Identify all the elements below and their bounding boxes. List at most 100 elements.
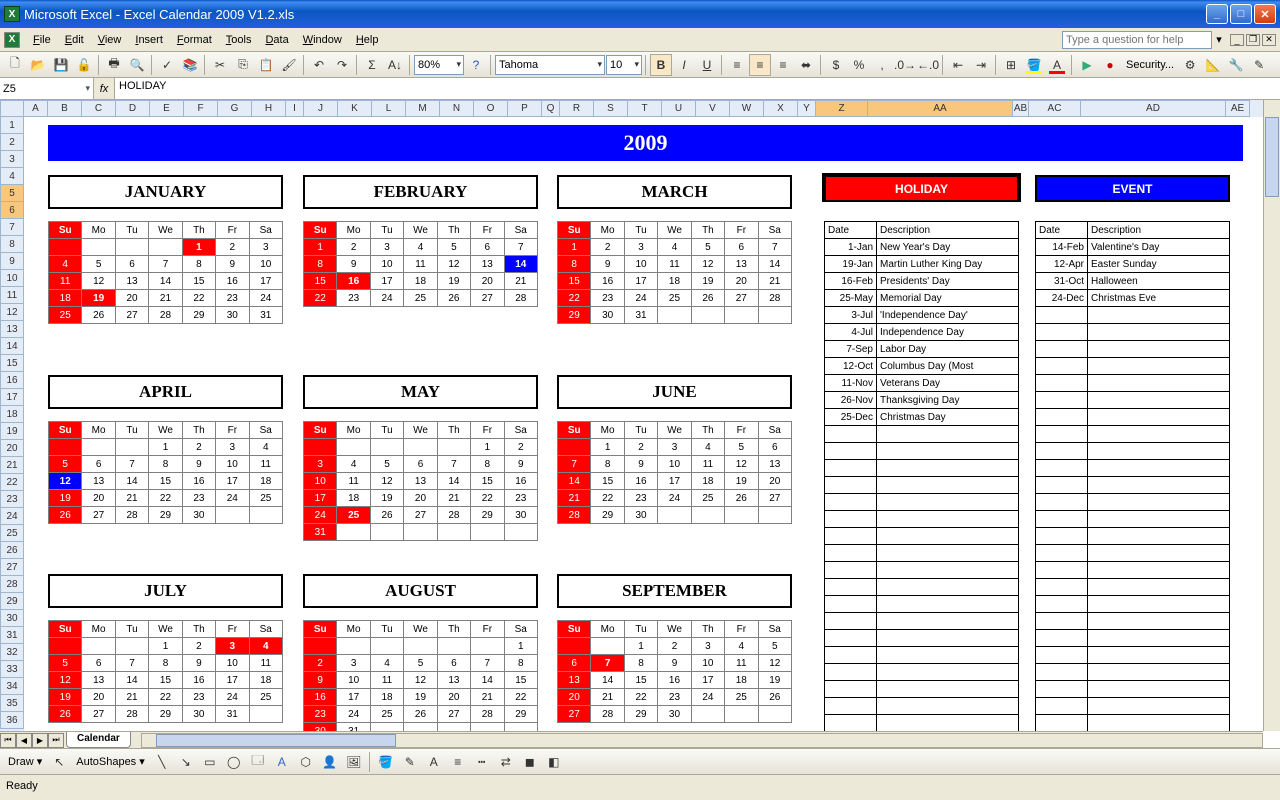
line-color-button[interactable]: ✎ <box>399 751 421 773</box>
format-painter-button[interactable]: 🖌 <box>278 54 300 76</box>
bold-button[interactable]: B <box>650 54 672 76</box>
col-header-M[interactable]: M <box>406 100 440 117</box>
align-right-button[interactable]: ≡ <box>772 54 794 76</box>
formula-input[interactable]: HOLIDAY <box>114 78 1280 99</box>
increase-indent-button[interactable]: ⇥ <box>970 54 992 76</box>
row-header-10[interactable]: 10 <box>0 270 24 287</box>
row-header-16[interactable]: 16 <box>0 372 24 389</box>
col-header-AC[interactable]: AC <box>1029 100 1081 117</box>
3d-button[interactable]: ◧ <box>543 751 565 773</box>
col-header-K[interactable]: K <box>338 100 372 117</box>
col-header-AB[interactable]: AB <box>1013 100 1029 117</box>
col-header-G[interactable]: G <box>218 100 252 117</box>
research-button[interactable]: 📚 <box>179 54 201 76</box>
underline-button[interactable]: U <box>696 54 718 76</box>
row-header-2[interactable]: 2 <box>0 134 24 151</box>
rectangle-button[interactable]: ▭ <box>199 751 221 773</box>
row-header-20[interactable]: 20 <box>0 440 24 457</box>
row-header-35[interactable]: 35 <box>0 695 24 712</box>
row-header-3[interactable]: 3 <box>0 151 24 168</box>
comma-button[interactable]: , <box>871 54 893 76</box>
print-button[interactable]: 🖶 <box>103 54 125 76</box>
redo-button[interactable]: ↷ <box>331 54 353 76</box>
open-button[interactable]: 📂 <box>27 54 49 76</box>
col-header-A[interactable]: A <box>24 100 48 117</box>
menu-tools[interactable]: Tools <box>219 31 259 49</box>
row-header-13[interactable]: 13 <box>0 321 24 338</box>
borders-button[interactable]: ⊞ <box>1000 54 1022 76</box>
row-header-36[interactable]: 36 <box>0 712 24 729</box>
row-header-4[interactable]: 4 <box>0 168 24 185</box>
macro-record-button[interactable]: ● <box>1099 54 1121 76</box>
row-header-9[interactable]: 9 <box>0 253 24 270</box>
col-header-AE[interactable]: AE <box>1226 100 1250 117</box>
row-header-7[interactable]: 7 <box>0 219 24 236</box>
line-style-button[interactable]: ≡ <box>447 751 469 773</box>
col-header-I[interactable]: I <box>286 100 304 117</box>
row-header-24[interactable]: 24 <box>0 508 24 525</box>
align-center-button[interactable]: ≡ <box>749 54 771 76</box>
font-name-dropdown[interactable]: Tahoma <box>495 55 605 75</box>
row-header-31[interactable]: 31 <box>0 627 24 644</box>
menu-view[interactable]: View <box>91 31 129 49</box>
cut-button[interactable]: ✂ <box>209 54 231 76</box>
col-header-F[interactable]: F <box>184 100 218 117</box>
row-header-22[interactable]: 22 <box>0 474 24 491</box>
col-header-U[interactable]: U <box>662 100 696 117</box>
font-color-draw-button[interactable]: A <box>423 751 445 773</box>
copy-button[interactable]: ⎘ <box>232 54 254 76</box>
col-header-H[interactable]: H <box>252 100 286 117</box>
tab-last-button[interactable]: ⏭ <box>48 733 64 748</box>
row-header-8[interactable]: 8 <box>0 236 24 253</box>
spelling-button[interactable]: ✓ <box>156 54 178 76</box>
fill-color-button[interactable]: 🪣 <box>1023 54 1045 76</box>
close-button[interactable]: ✕ <box>1254 4 1276 24</box>
doc-minimize-button[interactable]: _ <box>1230 34 1244 46</box>
row-header-29[interactable]: 29 <box>0 593 24 610</box>
tab-first-button[interactable]: ⏮ <box>0 733 16 748</box>
autoshapes-menu[interactable]: AutoShapes ▾ <box>72 755 149 768</box>
menu-edit[interactable]: Edit <box>58 31 91 49</box>
name-box[interactable]: Z5 <box>0 78 94 99</box>
maximize-button[interactable]: □ <box>1230 4 1252 24</box>
wordart-button[interactable]: A <box>271 751 293 773</box>
row-header-34[interactable]: 34 <box>0 678 24 695</box>
draw-menu[interactable]: Draw ▾ <box>4 755 46 768</box>
line-button[interactable]: ╲ <box>151 751 173 773</box>
picture-button[interactable]: 🖼 <box>343 751 365 773</box>
vertical-scrollbar[interactable] <box>1263 100 1280 731</box>
col-header-AD[interactable]: AD <box>1081 100 1226 117</box>
doc-close-button[interactable]: ✕ <box>1262 34 1276 46</box>
select-objects-button[interactable]: ↖ <box>48 751 70 773</box>
row-header-6[interactable]: 6 <box>0 202 24 219</box>
row-header-18[interactable]: 18 <box>0 406 24 423</box>
menu-window[interactable]: Window <box>296 31 349 49</box>
col-header-W[interactable]: W <box>730 100 764 117</box>
col-header-R[interactable]: R <box>560 100 594 117</box>
col-header-T[interactable]: T <box>628 100 662 117</box>
row-header-5[interactable]: 5 <box>0 185 24 202</box>
row-header-30[interactable]: 30 <box>0 610 24 627</box>
worksheet-grid[interactable]: ABCDEFGHIJKLMNOPQRSTUVWXYZAAABACADAE 123… <box>0 100 1280 748</box>
col-header-P[interactable]: P <box>508 100 542 117</box>
col-header-E[interactable]: E <box>150 100 184 117</box>
col-header-L[interactable]: L <box>372 100 406 117</box>
tab-prev-button[interactable]: ◀ <box>16 733 32 748</box>
minimize-button[interactable]: _ <box>1206 4 1228 24</box>
print-preview-button[interactable]: 🔍 <box>126 54 148 76</box>
help-button[interactable]: ? <box>465 54 487 76</box>
horizontal-scrollbar[interactable] <box>141 733 1263 748</box>
sort-button[interactable]: A↓ <box>384 54 406 76</box>
properties-button[interactable]: ✎ <box>1248 54 1270 76</box>
select-all-corner[interactable] <box>0 100 24 117</box>
clipart-button[interactable]: 👤 <box>319 751 341 773</box>
row-header-23[interactable]: 23 <box>0 491 24 508</box>
diagram-button[interactable]: ⬡ <box>295 751 317 773</box>
row-header-28[interactable]: 28 <box>0 576 24 593</box>
col-header-B[interactable]: B <box>48 100 82 117</box>
col-header-AA[interactable]: AA <box>868 100 1013 117</box>
menu-help[interactable]: Help <box>349 31 386 49</box>
col-header-Y[interactable]: Y <box>798 100 816 117</box>
fill-color-draw-button[interactable]: 🪣 <box>375 751 397 773</box>
save-button[interactable]: 💾 <box>50 54 72 76</box>
